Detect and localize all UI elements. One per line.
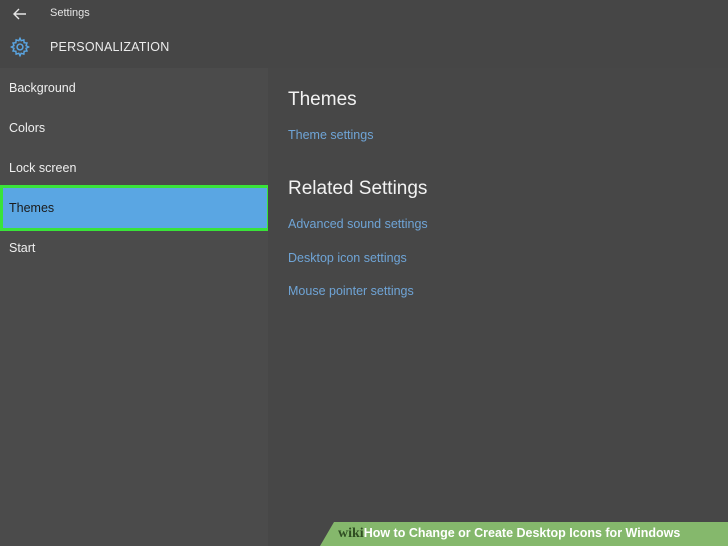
sidebar-item-colors[interactable]: Colors — [0, 108, 268, 148]
watermark-title: to Change or Create Desktop Icons for Wi… — [390, 526, 681, 540]
window-title: Settings — [50, 7, 90, 19]
sidebar-item-label: Background — [9, 81, 76, 95]
theme-settings-link[interactable]: Theme settings — [288, 128, 373, 142]
advanced-sound-settings-link[interactable]: Advanced sound settings — [288, 217, 428, 231]
mouse-pointer-settings-link[interactable]: Mouse pointer settings — [288, 284, 414, 298]
sidebar-item-label: Colors — [9, 121, 46, 135]
settings-window: Settings PERSONALIZATION Background Colo… — [0, 0, 728, 546]
page-title: PERSONALIZATION — [50, 40, 170, 54]
page-header: PERSONALIZATION — [0, 28, 728, 68]
watermark-wiki: wiki — [338, 526, 364, 541]
title-bar: Settings — [0, 0, 728, 28]
sidebar-item-label: Lock screen — [9, 161, 77, 175]
main-content: Themes Theme settings Related Settings A… — [268, 68, 728, 546]
desktop-icon-settings-link[interactable]: Desktop icon settings — [288, 251, 407, 265]
sidebar-item-background[interactable]: Background — [0, 68, 268, 108]
themes-heading: Themes — [288, 89, 357, 110]
sidebar-item-lock-screen[interactable]: Lock screen — [0, 148, 268, 188]
sidebar-item-label: Themes — [9, 201, 55, 215]
related-settings-heading: Related Settings — [288, 178, 428, 199]
sidebar-item-start[interactable]: Start — [0, 228, 268, 268]
sidebar-item-themes[interactable]: Themes — [0, 185, 270, 231]
watermark-how: How — [363, 526, 391, 540]
watermark-banner: wikiHow to Change or Create Desktop Icon… — [320, 522, 728, 546]
back-button[interactable] — [8, 4, 32, 24]
sidebar-item-label: Start — [9, 241, 36, 255]
sidebar: Background Colors Lock screen Themes Sta… — [0, 68, 270, 546]
back-arrow-icon — [13, 8, 26, 20]
gear-icon — [9, 36, 31, 58]
watermark-text: wikiHow to Change or Create Desktop Icon… — [338, 526, 680, 542]
